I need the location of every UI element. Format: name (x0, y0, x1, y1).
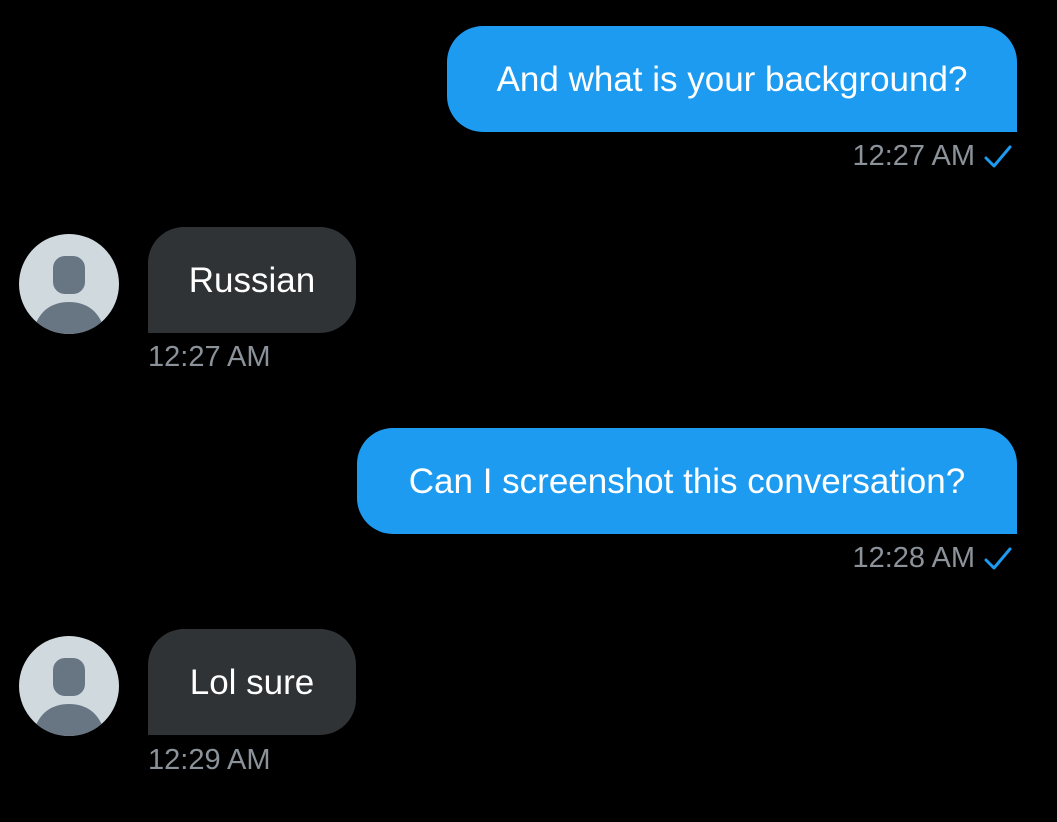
message-timestamp: 12:29 AM (148, 744, 271, 776)
default-profile-avatar-icon[interactable] (19, 234, 119, 334)
sent-message-bubble[interactable]: And what is your background? (447, 26, 1017, 132)
received-message-bubble[interactable]: Lol sure (148, 629, 356, 735)
check-icon (984, 547, 1012, 569)
message-text: Can I screenshot this conversation? (408, 461, 966, 501)
message-thread: And what is your background? 12:27 AM Ru… (0, 0, 1057, 822)
message-text: Russian (188, 260, 316, 300)
message-meta: 12:28 AM (852, 544, 1013, 573)
received-message-bubble[interactable]: Russian (148, 227, 356, 333)
default-profile-avatar-icon[interactable] (19, 636, 119, 736)
message-timestamp: 12:27 AM (148, 341, 271, 373)
message-text: Lol sure (189, 662, 315, 702)
message-meta: 12:27 AM (852, 142, 1013, 171)
message-timestamp: 12:28 AM (852, 542, 975, 574)
message-text: And what is your background? (496, 59, 968, 99)
sent-message-bubble[interactable]: Can I screenshot this conversation? (357, 428, 1017, 534)
message-timestamp: 12:27 AM (852, 140, 975, 172)
check-icon (984, 145, 1012, 167)
